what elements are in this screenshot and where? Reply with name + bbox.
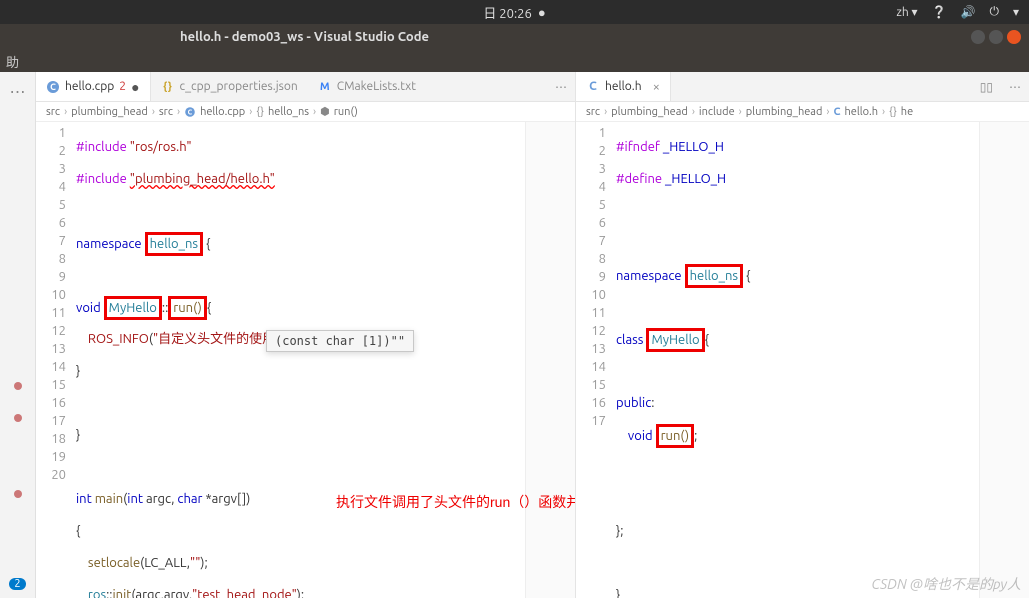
watermark: CSDN @啥也不是的py人 — [871, 574, 1021, 594]
tab-cmakelists[interactable]: M CMakeLists.txt — [308, 72, 426, 101]
system-topbar: 日 20:26● zh ▾ ❔ 🔊 ⏻ ▾ — [0, 0, 1029, 24]
tab-bar-left: C hello.cpp 2 ● {} c_cpp_properties.json… — [36, 72, 575, 102]
tab-hello-h[interactable]: C hello.h × — [576, 72, 671, 101]
line-gutter: 1234567891011121314151617 — [576, 122, 616, 598]
tab-overflow-icon[interactable]: ⋯ — [1001, 80, 1029, 94]
editor-pane-left: C hello.cpp 2 ● {} c_cpp_properties.json… — [36, 72, 576, 598]
code-editor-right[interactable]: 1234567891011121314151617 #ifndef _HELLO… — [576, 122, 1029, 598]
help-icon[interactable]: ❔ — [932, 5, 947, 19]
line-gutter: 1234567891011121314151617181920 — [36, 122, 76, 598]
breadcrumb-right[interactable]: src› plumbing_head› include› plumbing_he… — [576, 102, 1029, 122]
breakpoint-dot[interactable] — [14, 490, 22, 498]
power-icon[interactable]: ⏻ — [989, 5, 999, 19]
lang-indicator[interactable]: zh ▾ — [896, 5, 917, 19]
volume-icon[interactable]: 🔊 — [961, 5, 976, 19]
breakpoint-dot[interactable] — [14, 414, 22, 422]
problems-badge[interactable]: 2 — [9, 578, 25, 590]
minimap[interactable] — [525, 122, 575, 598]
tab-hello-cpp[interactable]: C hello.cpp 2 ● — [36, 72, 151, 101]
minimap[interactable] — [979, 122, 1029, 598]
breakpoint-dot[interactable] — [14, 382, 22, 390]
split-editor-icon[interactable]: ▯▯ — [972, 80, 1001, 94]
window-title: hello.h - demo03_ws - Visual Studio Code — [180, 30, 429, 44]
breadcrumb-left[interactable]: src› plumbing_head› src› Chello.cpp› {} … — [36, 102, 575, 122]
maximize-button[interactable] — [989, 30, 1003, 44]
dirty-indicator-icon: ● — [131, 79, 139, 95]
tab-overflow-icon[interactable]: ⋯ — [547, 80, 575, 94]
window-titlebar: hello.h - demo03_ws - Visual Studio Code — [0, 24, 1029, 50]
activity-bar: ⋯ 2 — [0, 72, 36, 598]
menubar[interactable]: 助 — [0, 50, 1029, 72]
tab-c-cpp-properties[interactable]: {} c_cpp_properties.json — [151, 72, 308, 101]
code-editor-left[interactable]: 1234567891011121314151617181920 #include… — [36, 122, 575, 598]
close-tab-icon[interactable]: × — [647, 80, 660, 94]
chevron-down-icon[interactable]: ▾ — [1013, 5, 1019, 19]
hover-tooltip: (const char [1])"" — [266, 330, 414, 352]
close-button[interactable] — [1007, 30, 1021, 44]
clock: 日 20:26 — [483, 3, 532, 22]
minimize-button[interactable] — [971, 30, 985, 44]
editor-pane-right: C hello.h × ▯▯ ⋯ src› plumbing_head› inc… — [576, 72, 1029, 598]
tab-bar-right: C hello.h × ▯▯ ⋯ — [576, 72, 1029, 102]
ellipsis-icon[interactable]: ⋯ — [10, 82, 26, 101]
annotation-text: 执行文件调用了头文件的run（）函数并执行了 — [336, 492, 536, 512]
